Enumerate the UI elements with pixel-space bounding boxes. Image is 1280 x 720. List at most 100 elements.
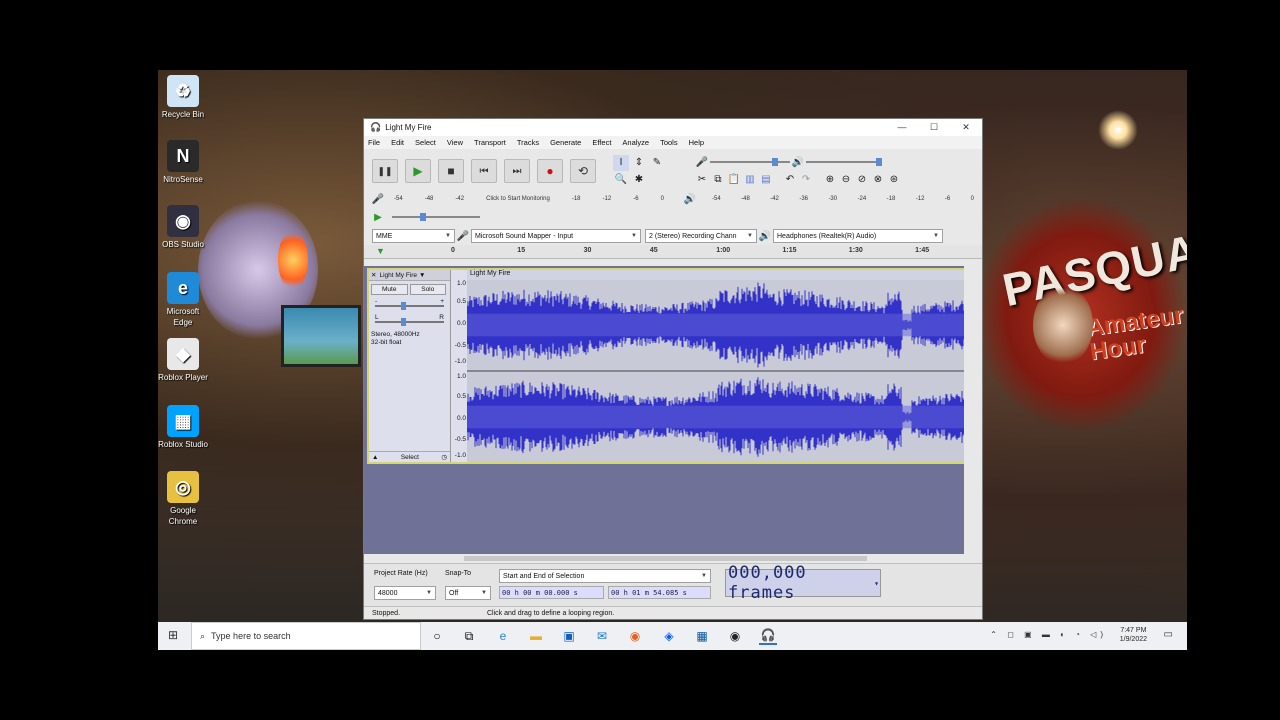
selection-tool-icon[interactable]: I [613, 154, 629, 171]
multi-tool-icon[interactable]: ✱ [631, 172, 647, 188]
menu-tracks[interactable]: Tracks [517, 138, 539, 147]
pan-slider[interactable] [375, 318, 444, 326]
record-meter-tick: Click to Start Monitoring [486, 196, 550, 202]
app-icon[interactable]: ▦ [693, 627, 711, 645]
menu-file[interactable]: File [368, 138, 380, 147]
selection-end-field[interactable]: 00 h 01 m 54.085 s [608, 586, 711, 599]
close-button[interactable]: ✕ [950, 122, 982, 133]
menu-generate[interactable]: Generate [550, 138, 581, 147]
desktop-icon-roblox-player[interactable]: ◆ Roblox Player [158, 338, 208, 383]
record-volume-slider[interactable] [710, 158, 790, 166]
collapse-icon[interactable]: ▲ [372, 454, 378, 461]
paste-icon[interactable]: 📋 [726, 171, 742, 187]
desktop-icon-microsoft-edge[interactable]: e Microsoft Edge [158, 272, 208, 328]
cortana-icon[interactable]: ○ [428, 627, 446, 645]
record-meter[interactable]: -54 -48 -42 Click to Start Monitoring -18 -12… [394, 196, 664, 202]
selection-start-field[interactable]: 00 h 00 m 00.000 s [499, 586, 604, 599]
mute-button[interactable]: Mute [371, 284, 408, 295]
timeline-ruler[interactable]: ▼ 0 15 30 45 1:00 1:15 1:30 1:45 [364, 245, 982, 259]
minimize-button[interactable]: — [886, 122, 918, 133]
menu-select[interactable]: Select [415, 138, 436, 147]
skip-to-end-button[interactable]: ⏭ [504, 159, 530, 183]
skip-to-start-button[interactable]: ⏮ [471, 159, 497, 183]
system-tray-icons[interactable]: ⌃ ◻ ▣ ▬ ◐ ◔ ◁) [990, 630, 1107, 639]
edge-taskbar-icon[interactable]: e [494, 627, 512, 645]
menu-view[interactable]: View [447, 138, 463, 147]
redo-icon[interactable]: ↷ [798, 171, 814, 187]
track-name-menu[interactable]: ✕ Light My Fire ▼ [369, 270, 450, 281]
play-at-speed-icon[interactable]: ▶ [370, 209, 386, 225]
input-device-select[interactable]: Microsoft Sound Mapper - Input ▼ [471, 229, 641, 243]
loop-button[interactable]: ⟲ [570, 159, 596, 183]
clip-name[interactable]: Light My Fire [467, 270, 966, 280]
select-button[interactable]: Select [401, 454, 419, 461]
channels-select[interactable]: 2 (Stereo) Recording Chann ▼ [645, 229, 757, 243]
firefox-icon[interactable]: ◉ [626, 627, 644, 645]
start-button[interactable]: ⊞ [168, 628, 178, 642]
vertical-scale[interactable]: 1.0 0.5 0.0 -0.5 -1.0 1.0 0.5 0.0 -0.5 -1.0 [451, 270, 467, 462]
timeline-tick: 30 [583, 247, 592, 254]
audacity-taskbar-icon[interactable]: 🎧 [759, 627, 777, 645]
desktop-icon-nitrosense[interactable]: N NitroSense [158, 140, 208, 185]
trim-icon[interactable]: ▥ [742, 171, 758, 187]
zoom-toggle-icon[interactable]: ⊛ [886, 171, 902, 187]
waveform-view[interactable]: Light My Fire [467, 270, 966, 462]
menu-help[interactable]: Help [689, 138, 704, 147]
desktop-icon-recycle-bin[interactable]: ♻ Recycle Bin [158, 75, 208, 120]
menu-transport[interactable]: Transport [474, 138, 506, 147]
desktop-icon-roblox-studio[interactable]: ▦ Roblox Studio [158, 405, 208, 450]
record-button[interactable]: ● [537, 159, 563, 183]
notification-icon[interactable]: ▭ [1164, 629, 1173, 640]
audio-track[interactable]: ✕ Light My Fire ▼ Mute Solo - + LR Stere… [367, 268, 968, 464]
silence-icon[interactable]: ▤ [758, 171, 774, 187]
title-bar[interactable]: 🎧 Light My Fire — ☐ ✕ [364, 119, 982, 136]
fit-project-icon[interactable]: ⊗ [870, 171, 886, 187]
stop-button[interactable]: ■ [438, 159, 464, 183]
desktop-icon-google-chrome[interactable]: ◎ Google Chrome [158, 471, 208, 527]
mail-icon[interactable]: ✉ [593, 627, 611, 645]
horizontal-scrollbar[interactable] [364, 554, 982, 563]
cut-icon[interactable]: ✂ [694, 171, 710, 187]
playback-meter[interactable]: -54 -48 -42 -36 -30 -24 -18 -12 -6 0 [712, 196, 974, 202]
dropbox-icon[interactable]: ◈ [660, 627, 678, 645]
track-close-icon[interactable]: ✕ [371, 271, 376, 279]
project-rate-select[interactable]: 48000 ▼ [374, 586, 436, 600]
desktop-icon-obs-studio[interactable]: ◉ OBS Studio [158, 205, 208, 250]
file-explorer-icon[interactable]: ▬ [527, 627, 545, 645]
solo-button[interactable]: Solo [409, 284, 446, 295]
selection-mode-select[interactable]: Start and End of Selection ▼ [499, 569, 711, 583]
fit-selection-icon[interactable]: ⊘ [854, 171, 870, 187]
audio-position-display[interactable]: 000,000 frames ▾ [725, 563, 881, 603]
zoom-in-icon[interactable]: ⊕ [822, 171, 838, 187]
audio-host-select[interactable]: MME ▼ [372, 229, 455, 243]
copy-icon[interactable]: ⧉ [710, 171, 726, 187]
horizontal-scroll-thumb[interactable] [464, 556, 867, 561]
pause-button[interactable]: ❚❚ [372, 159, 398, 183]
maximize-button[interactable]: ☐ [918, 122, 950, 133]
menu-effect[interactable]: Effect [592, 138, 611, 147]
obs-taskbar-icon[interactable]: ◉ [726, 627, 744, 645]
snap-to-select[interactable]: Off ▼ [445, 586, 491, 600]
menu-analyze[interactable]: Analyze [622, 138, 649, 147]
menu-tools[interactable]: Tools [660, 138, 678, 147]
search-box[interactable]: ⌕ Type here to search [191, 622, 421, 650]
draw-tool-icon[interactable]: ✎ [649, 155, 665, 171]
store-icon[interactable]: ▣ [560, 627, 578, 645]
vertical-scrollbar[interactable] [964, 266, 972, 554]
menu-edit[interactable]: Edit [391, 138, 404, 147]
track-panel[interactable]: ✕ Light My Fire ▼ Mute Solo - + LR Stere… [364, 266, 972, 566]
gain-slider[interactable] [375, 302, 444, 310]
envelope-tool-icon[interactable]: ⇕ [631, 155, 647, 171]
zoom-out-icon[interactable]: ⊖ [838, 171, 854, 187]
status-hint: Click and drag to define a looping regio… [487, 609, 615, 617]
zoom-tool-icon[interactable]: 🔍 [613, 172, 629, 188]
task-view-icon[interactable]: ⧉ [460, 627, 478, 645]
playback-volume-slider[interactable] [806, 158, 882, 166]
playback-speed-slider[interactable] [392, 213, 480, 221]
output-device-select[interactable]: Headphones (Realtek(R) Audio) ▼ [773, 229, 943, 243]
audacity-window[interactable]: 🎧 Light My Fire — ☐ ✕ File Edit Select View… [363, 118, 983, 620]
clock[interactable]: 7:47 PM 1/9/2022 [1120, 626, 1147, 644]
record-meter-icon: 🎤 [371, 193, 385, 205]
undo-icon[interactable]: ↶ [782, 171, 798, 187]
play-button[interactable]: ▶ [405, 159, 431, 183]
